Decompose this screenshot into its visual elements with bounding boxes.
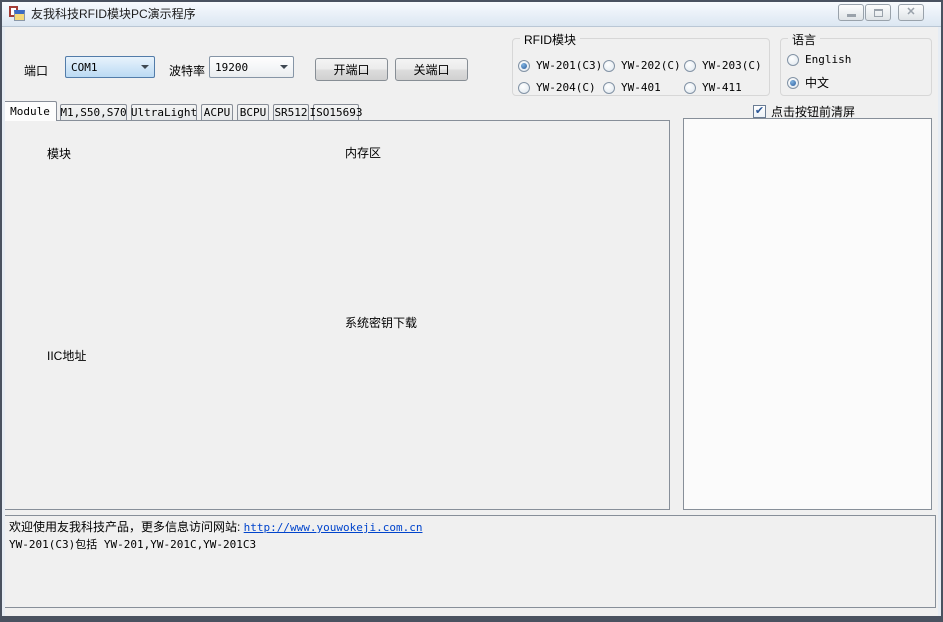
language-option-english[interactable]: English	[787, 53, 851, 66]
port-value: COM1	[66, 61, 98, 74]
app-icon-front-window	[14, 10, 25, 21]
close-button[interactable]: ✕	[898, 4, 924, 21]
tab-ultralight[interactable]: UltraLight	[131, 104, 197, 120]
port-label: 端口	[24, 62, 48, 79]
open-port-button[interactable]: 开端口	[315, 58, 388, 81]
app-icon	[9, 6, 25, 21]
welcome-text: 欢迎使用友我科技产品，更多信息访问网站: http://www.youwokej…	[9, 519, 931, 536]
radio-icon	[787, 54, 799, 66]
close-icon: ✕	[906, 7, 915, 18]
checkbox-icon: ✔	[753, 105, 766, 118]
tab-sr512[interactable]: SR512	[273, 104, 309, 120]
rfid-option-yw201c3[interactable]: YW-201(C3)	[518, 59, 602, 72]
minimize-button[interactable]	[838, 4, 864, 21]
rfid-option-yw202c[interactable]: YW-202(C)	[603, 59, 681, 72]
maximize-icon	[874, 9, 883, 17]
iic-group-title: IIC地址	[43, 347, 90, 364]
radio-icon	[518, 60, 530, 72]
key-group-title: 系统密钥下载	[341, 314, 421, 331]
window-controls: ✕	[838, 4, 925, 21]
tab-module[interactable]: Module	[3, 101, 57, 121]
check-icon: ✔	[755, 106, 764, 117]
minimize-icon	[847, 14, 856, 17]
website-link[interactable]: http://www.youwokeji.com.cn	[244, 521, 423, 534]
chevron-down-icon[interactable]	[276, 58, 292, 76]
radio-icon	[603, 82, 615, 94]
radio-icon	[518, 82, 530, 94]
chevron-down-icon[interactable]	[137, 58, 153, 76]
radio-icon	[603, 60, 615, 72]
rfid-option-yw411[interactable]: YW-411	[684, 81, 742, 94]
memory-group-title: 内存区	[341, 144, 385, 161]
model-info-text: YW-201(C3)包括 YW-201,YW-201C,YW-201C3	[9, 536, 931, 553]
rfid-option-yw401[interactable]: YW-401	[603, 81, 661, 94]
tab-iso15693[interactable]: ISO15693	[313, 104, 359, 120]
baud-label: 波特率	[169, 62, 205, 79]
rfid-option-yw203c[interactable]: YW-203(C)	[684, 59, 762, 72]
output-listbox[interactable]	[683, 118, 932, 510]
tab-m1s50s70[interactable]: M1,S50,S70	[60, 104, 127, 120]
status-panel: 欢迎使用友我科技产品，更多信息访问网站: http://www.youwokej…	[4, 515, 936, 608]
tab-bcpu[interactable]: BCPU	[237, 104, 269, 120]
radio-icon	[684, 60, 696, 72]
radio-icon	[684, 82, 696, 94]
welcome-prefix: 欢迎使用友我科技产品，更多信息访问网站:	[9, 520, 244, 534]
radio-icon	[787, 77, 799, 89]
window-title: 友我科技RFID模块PC演示程序	[31, 5, 196, 22]
tab-page-module	[2, 120, 670, 510]
rfid-group-title: RFID模块	[520, 31, 580, 48]
close-port-button[interactable]: 关端口	[395, 58, 468, 81]
baud-combobox[interactable]: 19200	[209, 56, 294, 78]
rfid-option-yw204c[interactable]: YW-204(C)	[518, 81, 596, 94]
titlebar[interactable]: 友我科技RFID模块PC演示程序 ✕	[0, 0, 943, 27]
language-option-chinese[interactable]: 中文	[787, 74, 829, 91]
tab-acpu[interactable]: ACPU	[201, 104, 233, 120]
port-combobox[interactable]: COM1	[65, 56, 155, 78]
language-group-title: 语言	[788, 31, 820, 48]
baud-value: 19200	[210, 61, 248, 74]
module-group-title: 模块	[43, 145, 75, 162]
maximize-button[interactable]	[865, 4, 891, 21]
app-window: 友我科技RFID模块PC演示程序 ✕ 端口 COM1 波特率 19200 开端口…	[0, 0, 943, 622]
